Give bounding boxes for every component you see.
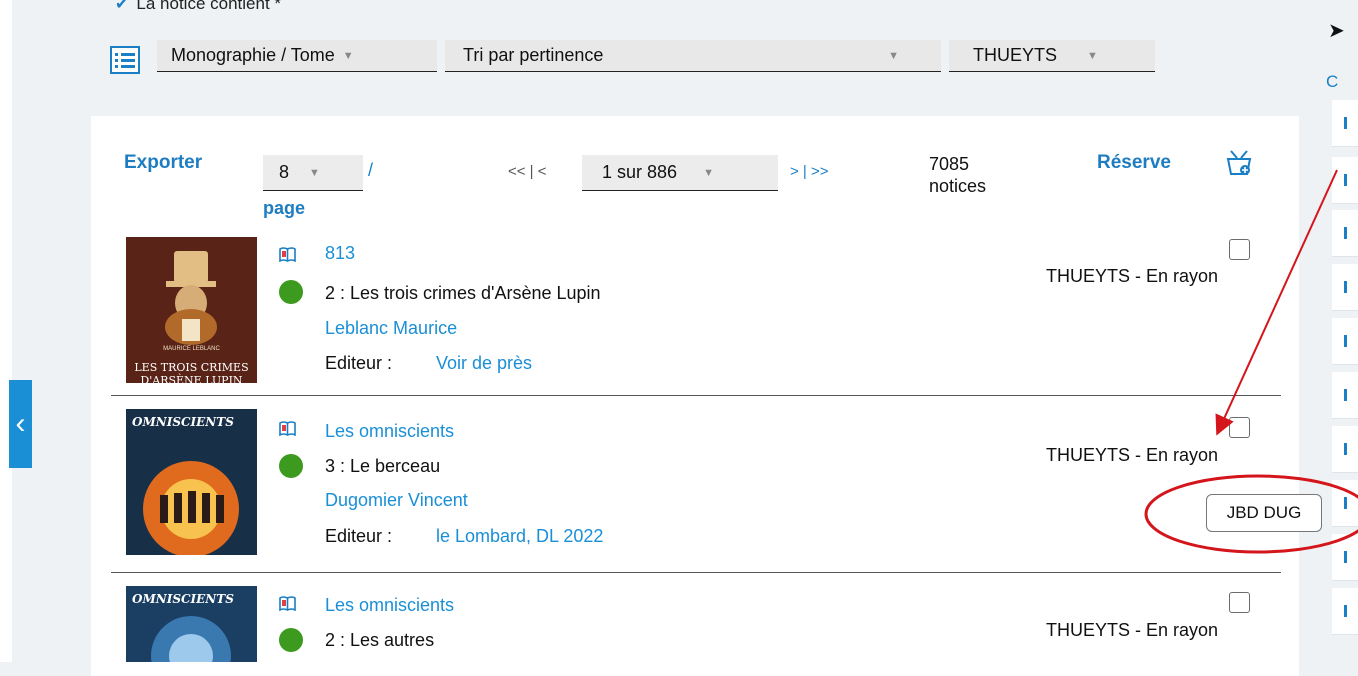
publisher-link[interactable]: le Lombard, DL 2022: [436, 526, 603, 547]
library-select-value: THUEYTS: [973, 45, 1058, 65]
book-icon: [279, 247, 296, 262]
cover-subtitle: D'ARSÈNE LUPIN: [140, 374, 243, 383]
record-title[interactable]: 2 : Les autres: [325, 630, 434, 651]
cover-title: LES TROIS CRIMES: [134, 361, 249, 374]
chevron-down-icon: ▼: [309, 166, 320, 179]
availability-dot: [279, 628, 303, 652]
arrow-right-icon[interactable]: ➤: [1328, 18, 1345, 43]
per-page-slash: /: [368, 160, 374, 180]
per-page-value: 8: [279, 162, 290, 182]
chevron-down-icon: ▼: [888, 49, 899, 62]
per-page-select[interactable]: 8 ▼: [263, 155, 363, 191]
cover-title: OMNISCIENTS: [132, 592, 234, 606]
side-panel-item[interactable]: [1332, 588, 1358, 635]
publisher-label: Editeur :: [325, 526, 393, 546]
select-checkbox[interactable]: [1229, 417, 1250, 438]
side-panel-letter: C: [1326, 72, 1339, 91]
availability-dot: [279, 454, 303, 478]
left-edge: [0, 0, 12, 662]
chevron-down-icon: ▼: [703, 166, 714, 179]
criteria-label: La notice contient *: [136, 0, 282, 13]
sort-select[interactable]: Tri par pertinence ▼: [445, 40, 941, 72]
publisher-label: Editeur :: [325, 353, 393, 373]
publisher-link[interactable]: Voir de près: [436, 353, 532, 374]
availability-dot: [279, 280, 303, 304]
cover-image[interactable]: OMNISCIENTS: [126, 409, 257, 555]
cover-art-omniscients: [126, 409, 257, 555]
series-link[interactable]: 813: [325, 243, 355, 264]
location-status: THUEYTS - En rayon: [1046, 445, 1219, 465]
page-select[interactable]: 1 sur 886 ▼: [582, 155, 778, 191]
side-panel-item[interactable]: [1332, 210, 1358, 257]
side-panel-item[interactable]: [1332, 480, 1358, 527]
sort-select-value: Tri par pertinence: [463, 45, 604, 65]
right-panel: ➤ C: [1312, 0, 1358, 662]
record-title[interactable]: 3 : Le berceau: [325, 456, 440, 477]
chevron-down-icon: ▼: [342, 49, 354, 62]
pager-next-last[interactable]: > | >>: [790, 163, 829, 180]
side-panel-item[interactable]: [1332, 157, 1358, 204]
export-link[interactable]: Exporter: [124, 152, 202, 174]
cover-image[interactable]: OMNISCIENTS: [126, 586, 257, 662]
type-select-value: Monographie / Tome: [171, 45, 335, 65]
side-panel-item[interactable]: [1332, 372, 1358, 419]
side-panel-item[interactable]: [1332, 264, 1358, 311]
page-select-value: 1 sur 886: [602, 162, 678, 182]
author-link[interactable]: Leblanc Maurice: [325, 318, 457, 339]
call-number-badge: JBD DUG: [1206, 494, 1322, 532]
location-status: THUEYTS - En rayon: [1046, 620, 1219, 640]
pager-first-prev[interactable]: << | <: [508, 163, 547, 180]
author-link[interactable]: Dugomier Vincent: [325, 490, 468, 511]
side-panel-item[interactable]: [1332, 100, 1358, 147]
cover-image[interactable]: MAURICE LEBLANC LES TROIS CRIMES D'ARSÈN…: [126, 237, 257, 383]
record-divider: [111, 572, 1281, 573]
record-title[interactable]: 2 : Les trois crimes d'Arsène Lupin: [325, 283, 601, 304]
side-panel-item[interactable]: [1332, 318, 1358, 365]
result-count: 7085 notices: [929, 153, 986, 197]
per-page-label: page: [263, 198, 306, 218]
list-view-icon[interactable]: [109, 44, 141, 76]
collapse-tab-chevron-left-icon[interactable]: ‹: [9, 380, 32, 468]
location-status: THUEYTS - En rayon: [1046, 266, 1219, 286]
select-checkbox[interactable]: [1229, 592, 1250, 613]
cover-title: OMNISCIENTS: [132, 415, 234, 429]
select-checkbox[interactable]: [1229, 239, 1250, 260]
library-select[interactable]: THUEYTS ▼: [949, 40, 1155, 72]
side-panel-item[interactable]: [1332, 426, 1358, 473]
book-icon: [279, 421, 296, 436]
book-icon: [279, 596, 296, 611]
reserve-link[interactable]: Réserve: [1097, 152, 1171, 174]
cover-author: MAURICE LEBLANC: [163, 346, 220, 352]
side-panel-item[interactable]: [1332, 534, 1358, 581]
criteria-row: ✔ La notice contient *: [115, 0, 281, 14]
type-select[interactable]: Monographie / Tome ▼: [157, 40, 437, 72]
record-divider: [111, 395, 1281, 396]
chevron-down-icon: ▼: [1087, 49, 1098, 62]
result-count-label: notices: [929, 176, 987, 196]
series-link[interactable]: Les omniscients: [325, 421, 454, 442]
filter-bar: Monographie / Tome ▼ Tri par pertinence …: [109, 40, 1163, 74]
series-link[interactable]: Les omniscients: [325, 595, 454, 616]
check-icon: ✔: [115, 0, 129, 13]
result-count-number: 7085: [929, 154, 970, 174]
basket-add-icon[interactable]: [1226, 147, 1252, 177]
